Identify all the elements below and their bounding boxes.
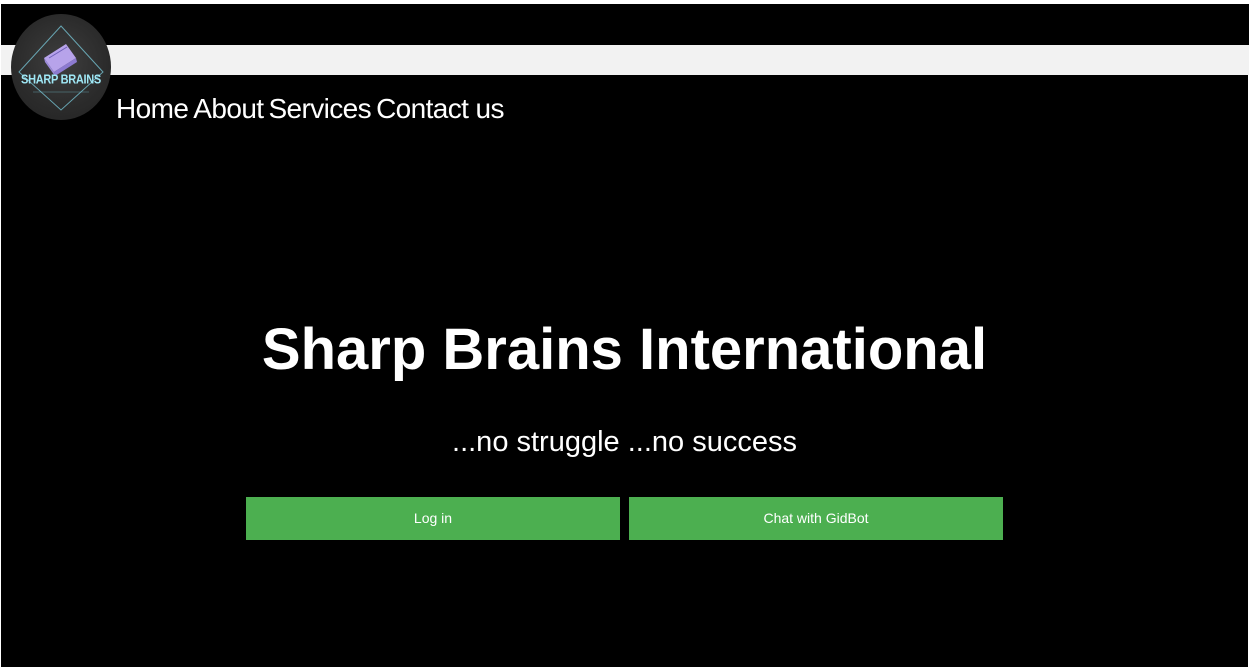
hero-title: Sharp Brains International: [261, 317, 988, 382]
nav-services-link[interactable]: Services: [268, 92, 371, 126]
hero-tagline: ...no struggle ...no success: [452, 426, 797, 458]
chat-gidbot-button[interactable]: Chat with GidBot: [629, 497, 1003, 540]
main-nav: Home About Services Contact us: [116, 92, 505, 126]
top-band: [1, 4, 1249, 45]
nav-about-link[interactable]: About: [193, 92, 264, 126]
login-button[interactable]: Log in: [246, 497, 620, 540]
page: SHARP BRAINS Home About Services Contact…: [0, 0, 1249, 667]
nav-contact-link[interactable]: Contact us: [376, 92, 504, 126]
logo-text: SHARP BRAINS: [21, 73, 101, 87]
header-strip: [1, 45, 1249, 75]
book-icon: [18, 25, 104, 111]
site-logo[interactable]: SHARP BRAINS: [11, 14, 111, 120]
nav-home-link[interactable]: Home: [116, 92, 189, 126]
